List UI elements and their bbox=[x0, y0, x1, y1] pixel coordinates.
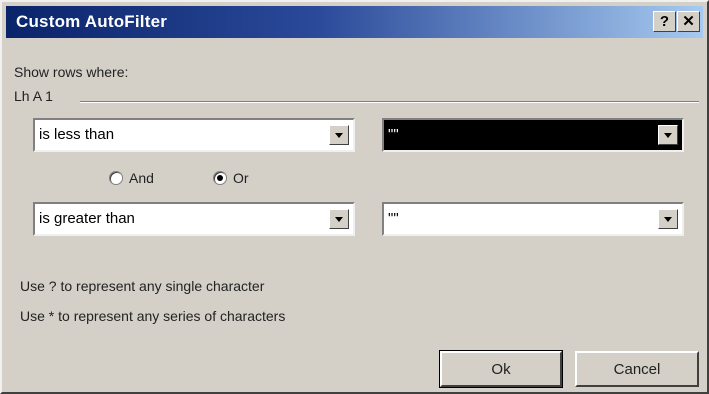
value2-text: "" bbox=[388, 210, 399, 227]
ok-button[interactable]: Ok bbox=[439, 350, 563, 388]
hint-series-char: Use * to represent any series of charact… bbox=[20, 308, 286, 324]
field-name-label: Lh A 1 bbox=[14, 88, 53, 104]
or-radio-label: Or bbox=[233, 170, 249, 186]
operator1-dropdown-button[interactable] bbox=[329, 125, 349, 145]
show-rows-label: Show rows where: bbox=[14, 64, 129, 80]
operator2-dropdown-button[interactable] bbox=[329, 209, 349, 229]
hint-single-char: Use ? to represent any single character bbox=[20, 278, 265, 294]
custom-autofilter-dialog: Custom AutoFilter ? ✕ Show rows where: L… bbox=[0, 0, 709, 394]
value2-dropdown-button[interactable] bbox=[658, 209, 678, 229]
value2-combo[interactable]: "" bbox=[382, 202, 684, 236]
operator2-combo[interactable]: is greater than bbox=[33, 202, 355, 236]
cancel-button[interactable]: Cancel bbox=[575, 351, 699, 387]
chevron-down-icon bbox=[335, 216, 343, 222]
operator2-value: is greater than bbox=[39, 210, 135, 227]
radio-unchecked-icon bbox=[109, 171, 123, 185]
close-button[interactable]: ✕ bbox=[677, 11, 700, 32]
operator1-value: is less than bbox=[39, 126, 115, 143]
group-divider bbox=[80, 101, 699, 103]
help-button[interactable]: ? bbox=[653, 11, 676, 32]
or-radio[interactable]: Or bbox=[213, 170, 249, 186]
and-radio[interactable]: And bbox=[109, 170, 154, 186]
value1-combo[interactable]: "" bbox=[382, 118, 684, 152]
chevron-down-icon bbox=[664, 216, 672, 222]
chevron-down-icon bbox=[664, 132, 672, 138]
and-radio-label: And bbox=[129, 170, 154, 186]
value1-text: "" bbox=[388, 126, 399, 143]
value1-dropdown-button[interactable] bbox=[658, 125, 678, 145]
radio-checked-icon bbox=[213, 171, 227, 185]
operator1-combo[interactable]: is less than bbox=[33, 118, 355, 152]
chevron-down-icon bbox=[335, 132, 343, 138]
radio-dot bbox=[217, 175, 223, 181]
title-bar[interactable]: Custom AutoFilter ? ✕ bbox=[6, 6, 703, 38]
window-title: Custom AutoFilter bbox=[16, 12, 168, 31]
